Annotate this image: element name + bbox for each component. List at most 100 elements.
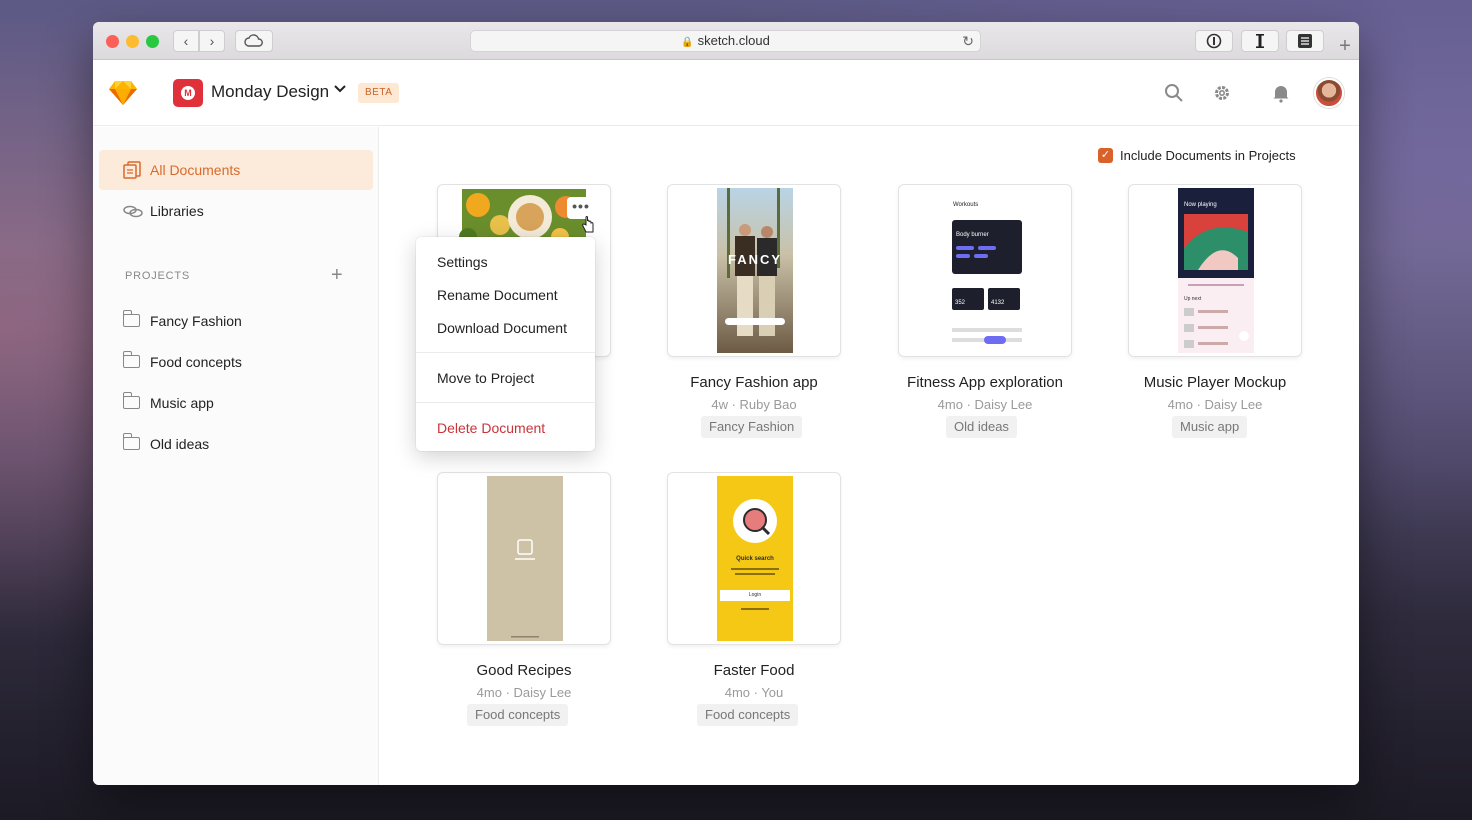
minimize-window-button[interactable] <box>126 35 139 48</box>
faster-food-login: Login <box>748 592 762 598</box>
libraries-icon <box>123 205 143 218</box>
document-title[interactable]: Faster Food <box>637 662 871 679</box>
bell-icon[interactable] <box>1270 82 1292 104</box>
zoom-window-button[interactable] <box>146 35 159 48</box>
document-title[interactable]: Fancy Fashion app <box>637 374 871 391</box>
document-title[interactable]: Good Recipes <box>407 662 641 679</box>
sidebar-item-libraries[interactable]: Libraries <box>99 191 373 231</box>
fitness-stat-1: 352 <box>955 300 966 306</box>
document-meta: 4w · Ruby Bao <box>711 397 797 412</box>
document-project-tag[interactable]: Food concepts <box>467 704 569 726</box>
sidebar-item-label: Libraries <box>150 203 204 219</box>
fitness-screen-preview: Workouts Body burner 352 4132 <box>948 188 1024 353</box>
fitness-stat-2: 4132 <box>991 300 1005 306</box>
sidebar-item-label: Food concepts <box>150 354 242 370</box>
password-extension-glyph <box>1206 33 1222 49</box>
fashion-screen-preview: FANCY <box>717 188 793 353</box>
sidebar-item-project[interactable]: Fancy Fashion <box>99 301 373 341</box>
menu-item-delete[interactable]: Delete Document <box>437 420 545 436</box>
document-meta: 4mo · You <box>724 685 784 700</box>
document-title[interactable]: Fitness App exploration <box>868 374 1102 391</box>
include-documents-checkbox[interactable]: ✓ <box>1098 148 1113 163</box>
app-header: M Monday Design BETA <box>93 60 1359 126</box>
sidebar-item-label: Old ideas <box>150 436 210 452</box>
fitness-card-title: Body burner <box>956 232 989 238</box>
document-thumbnail[interactable]: FANCY <box>667 184 841 357</box>
workspace-name[interactable]: Monday Design <box>211 82 329 102</box>
cloud-icon <box>244 34 263 47</box>
url-text: sketch.cloud <box>697 33 770 48</box>
sidebar-item-all-documents[interactable]: All Documents <box>99 150 373 190</box>
fitness-header-text: Workouts <box>953 202 979 208</box>
music-screen-preview: Now playing Up next <box>1178 188 1254 353</box>
sketch-logo-icon[interactable] <box>109 80 137 106</box>
forward-button[interactable]: › <box>199 30 225 52</box>
menu-item-rename[interactable]: Rename Document <box>437 287 558 303</box>
recipes-splash-art <box>511 539 539 638</box>
menu-item-settings[interactable]: Settings <box>437 254 488 270</box>
workspace-avatar[interactable]: M <box>173 79 203 107</box>
icloud-tabs-button[interactable] <box>235 30 273 52</box>
fashion-models-art <box>725 188 785 336</box>
search-icon[interactable] <box>1163 82 1185 104</box>
documents-grid: ✓ Include Documents in Projects FANCY Fa… <box>380 127 1359 785</box>
sidebar-item-label: Music app <box>150 395 214 411</box>
sidebar-item-project[interactable]: Food concepts <box>99 342 373 382</box>
folder-icon <box>122 351 140 368</box>
stack-extension-icon[interactable] <box>1286 30 1324 52</box>
menu-separator <box>416 402 595 403</box>
include-documents-label[interactable]: Include Documents in Projects <box>1120 148 1296 163</box>
hand-cursor-icon <box>582 216 594 233</box>
music-album-art <box>1178 188 1254 348</box>
browser-window: ‹ › 🔒 sketch.cloud ↻ + M Monday Design B… <box>93 22 1359 785</box>
folder-icon <box>122 310 140 327</box>
menu-item-move-to-project[interactable]: Move to Project <box>437 370 534 386</box>
menu-separator <box>416 352 595 353</box>
chevron-down-icon[interactable] <box>333 84 347 94</box>
sidebar-item-label: Fancy Fashion <box>150 313 242 329</box>
workspace-initial: M <box>184 88 192 98</box>
faster-food-heading: Quick search <box>736 556 774 562</box>
beta-badge: BETA <box>358 83 400 103</box>
fashion-brand-text: FANCY <box>727 252 783 267</box>
lock-icon: 🔒 <box>681 37 694 48</box>
music-up-next: Up next <box>1184 296 1202 302</box>
document-title[interactable]: Music Player Mockup <box>1098 374 1332 391</box>
instapaper-extension-icon[interactable] <box>1241 30 1279 52</box>
document-context-menu: Settings Rename Document Download Docume… <box>416 237 595 451</box>
address-bar[interactable]: 🔒 sketch.cloud ↻ <box>470 30 981 52</box>
fitness-cards-art <box>952 220 1022 344</box>
reload-icon[interactable]: ↻ <box>962 31 974 51</box>
add-project-button[interactable]: + <box>331 264 343 287</box>
recipes-screen-preview <box>487 476 563 641</box>
instapaper-glyph <box>1256 34 1264 48</box>
document-meta: 4mo · Daisy Lee <box>476 685 572 700</box>
password-extension-icon[interactable] <box>1195 30 1233 52</box>
sidebar-item-project[interactable]: Old ideas <box>99 424 373 464</box>
document-project-tag[interactable]: Old ideas <box>946 416 1017 438</box>
gear-icon[interactable] <box>1211 82 1233 104</box>
browser-toolbar: ‹ › 🔒 sketch.cloud ↻ + <box>93 22 1359 60</box>
sidebar-item-label: All Documents <box>150 162 241 178</box>
folder-icon <box>122 433 140 450</box>
new-tab-button[interactable]: + <box>1332 34 1358 60</box>
music-now-playing: Now playing <box>1184 202 1217 208</box>
stack-glyph <box>1298 34 1312 48</box>
document-project-tag[interactable]: Fancy Fashion <box>701 416 803 438</box>
sidebar: All Documents Libraries PROJECTS + Fancy… <box>93 127 379 785</box>
document-project-tag[interactable]: Food concepts <box>697 704 799 726</box>
document-thumbnail[interactable]: Now playing Up next <box>1128 184 1302 357</box>
faster-food-screen-preview: Quick search Login <box>717 476 793 641</box>
documents-icon <box>123 161 141 179</box>
close-window-button[interactable] <box>106 35 119 48</box>
document-thumbnail[interactable]: Workouts Body burner 352 4132 <box>898 184 1072 357</box>
document-thumbnail[interactable]: Quick search Login <box>667 472 841 645</box>
document-thumbnail[interactable] <box>437 472 611 645</box>
document-project-tag[interactable]: Music app <box>1172 416 1248 438</box>
folder-icon <box>122 392 140 409</box>
menu-item-download[interactable]: Download Document <box>437 320 567 336</box>
sidebar-item-project[interactable]: Music app <box>99 383 373 423</box>
back-button[interactable]: ‹ <box>173 30 199 52</box>
projects-heading: PROJECTS <box>125 270 191 282</box>
user-avatar[interactable] <box>1314 78 1344 108</box>
